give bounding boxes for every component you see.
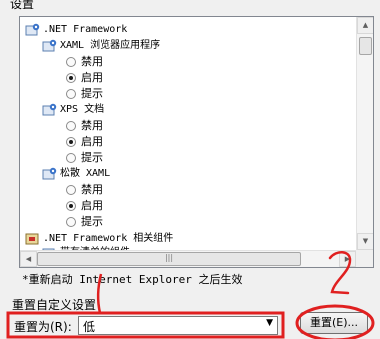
radio-disable[interactable] bbox=[66, 121, 76, 131]
option-label: 启用 bbox=[81, 199, 103, 212]
option-label: 提示 bbox=[81, 215, 103, 228]
vertical-scrollbar[interactable]: ▲ ▼ bbox=[356, 17, 373, 250]
settings-gear-icon bbox=[42, 103, 57, 116]
scroll-up-arrow-icon[interactable]: ▲ bbox=[357, 17, 373, 34]
horizontal-scrollbar[interactable]: ◀ ||| ▶ bbox=[20, 250, 356, 267]
radio-enable-selected[interactable] bbox=[66, 73, 76, 83]
settings-gear-icon bbox=[42, 167, 57, 180]
scrollbar-corner bbox=[356, 250, 373, 267]
tree-root-label: .NET Framework bbox=[43, 24, 128, 35]
settings-group-title: 设置 bbox=[10, 0, 35, 11]
radio-prompt[interactable] bbox=[66, 89, 76, 99]
option-label: 禁用 bbox=[81, 119, 103, 132]
dropdown-selected-value: 低 bbox=[83, 320, 96, 334]
component-package-icon bbox=[25, 233, 39, 245]
option-label: 提示 bbox=[81, 151, 103, 164]
option-label: 启用 bbox=[81, 71, 103, 84]
tree-group-label: XAML 浏览器应用程序 bbox=[60, 40, 161, 51]
reset-section-title: 重置自定义设置 bbox=[12, 298, 97, 312]
radio-enable-selected[interactable] bbox=[66, 137, 76, 147]
scroll-right-arrow-icon[interactable]: ▶ bbox=[339, 251, 356, 267]
settings-folder-icon bbox=[25, 23, 40, 36]
horizontal-scroll-thumb[interactable]: ||| bbox=[37, 252, 301, 266]
chevron-down-icon[interactable]: ▼ bbox=[266, 318, 273, 328]
option-label: 提示 bbox=[81, 87, 103, 100]
reset-to-label: 重置为(R): bbox=[14, 320, 72, 334]
vertical-scroll-thumb[interactable] bbox=[359, 37, 372, 55]
radio-enable-selected[interactable] bbox=[66, 201, 76, 211]
radio-disable[interactable] bbox=[66, 185, 76, 195]
settings-gear-icon bbox=[42, 39, 57, 52]
option-label: 启用 bbox=[81, 135, 103, 148]
scroll-left-arrow-icon[interactable]: ◀ bbox=[20, 251, 37, 267]
reset-button[interactable]: 重置(E)... bbox=[300, 312, 368, 334]
tree-group-label: XPS 文档 bbox=[60, 104, 105, 115]
restart-note: *重新启动 Internet Explorer 之后生效 bbox=[22, 273, 243, 286]
scroll-down-arrow-icon[interactable]: ▼ bbox=[357, 233, 373, 250]
option-label: 禁用 bbox=[81, 183, 103, 196]
security-level-dropdown[interactable]: 低 ▼ bbox=[78, 316, 278, 335]
tree-group-label: 松散 XAML bbox=[60, 168, 111, 179]
radio-prompt[interactable] bbox=[66, 153, 76, 163]
settings-tree[interactable]: .NET Framework XAML 浏览器应用程序 禁用 启用 提示 XPS… bbox=[19, 16, 374, 268]
option-label: 禁用 bbox=[81, 55, 103, 68]
radio-prompt[interactable] bbox=[66, 217, 76, 227]
radio-disable[interactable] bbox=[66, 57, 76, 67]
